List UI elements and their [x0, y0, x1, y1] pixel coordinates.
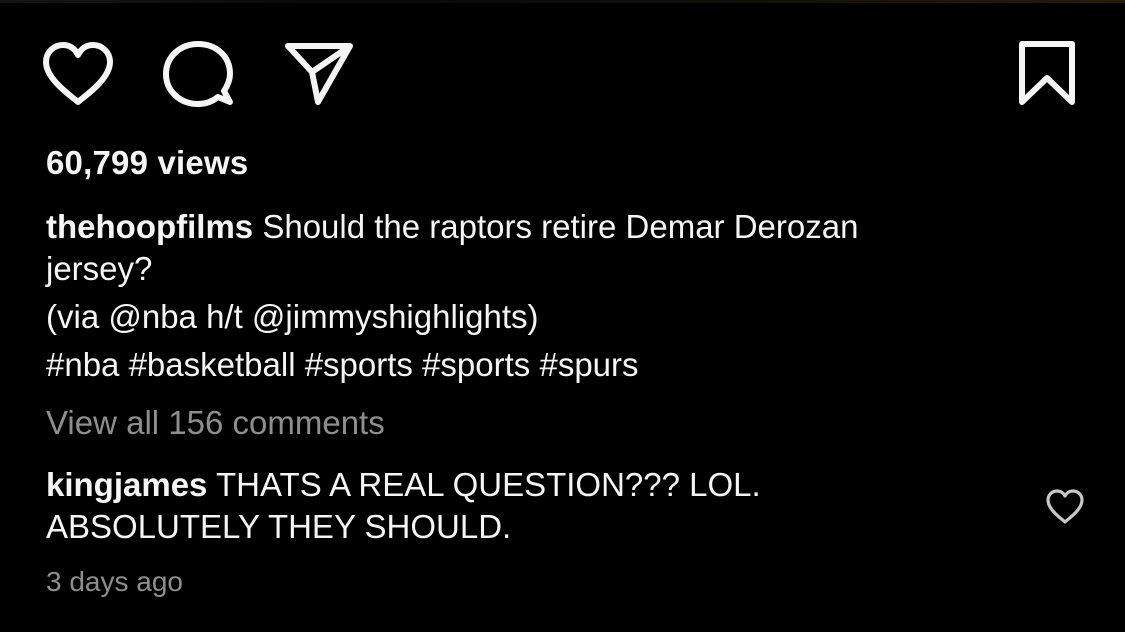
comment-icon[interactable] [160, 38, 236, 110]
comment-username[interactable]: kingjames [46, 466, 207, 503]
comment-text-line1: THATS A REAL QUESTION??? LOL. [216, 466, 761, 503]
action-bar [0, 0, 1125, 140]
paper-plane-icon[interactable] [282, 38, 356, 108]
bookmark-icon[interactable] [1014, 38, 1080, 110]
caption-text-line2: jersey? [46, 250, 153, 287]
view-count[interactable]: 60,799 views [46, 144, 248, 182]
caption-hashtags[interactable]: #nba #basketball #sports #sports #spurs [46, 344, 1006, 386]
view-all-comments-link[interactable]: View all 156 comments [46, 404, 385, 442]
comment-heart-icon[interactable] [1044, 488, 1086, 526]
caption-username[interactable]: thehoopfilms [46, 208, 253, 245]
caption-credit: (via @nba h/t @jimmyshighlights) [46, 298, 539, 335]
comment-timestamp: 3 days ago [46, 566, 183, 597]
heart-icon[interactable] [40, 40, 116, 108]
top-comment: kingjames THATS A REAL QUESTION??? LOL. … [46, 464, 1006, 548]
post-caption: thehoopfilms Should the raptors retire D… [46, 206, 1006, 386]
comment-text-line2: ABSOLUTELY THEY SHOULD. [46, 508, 512, 545]
caption-text-line1: Should the raptors retire Demar Derozan [262, 208, 859, 245]
